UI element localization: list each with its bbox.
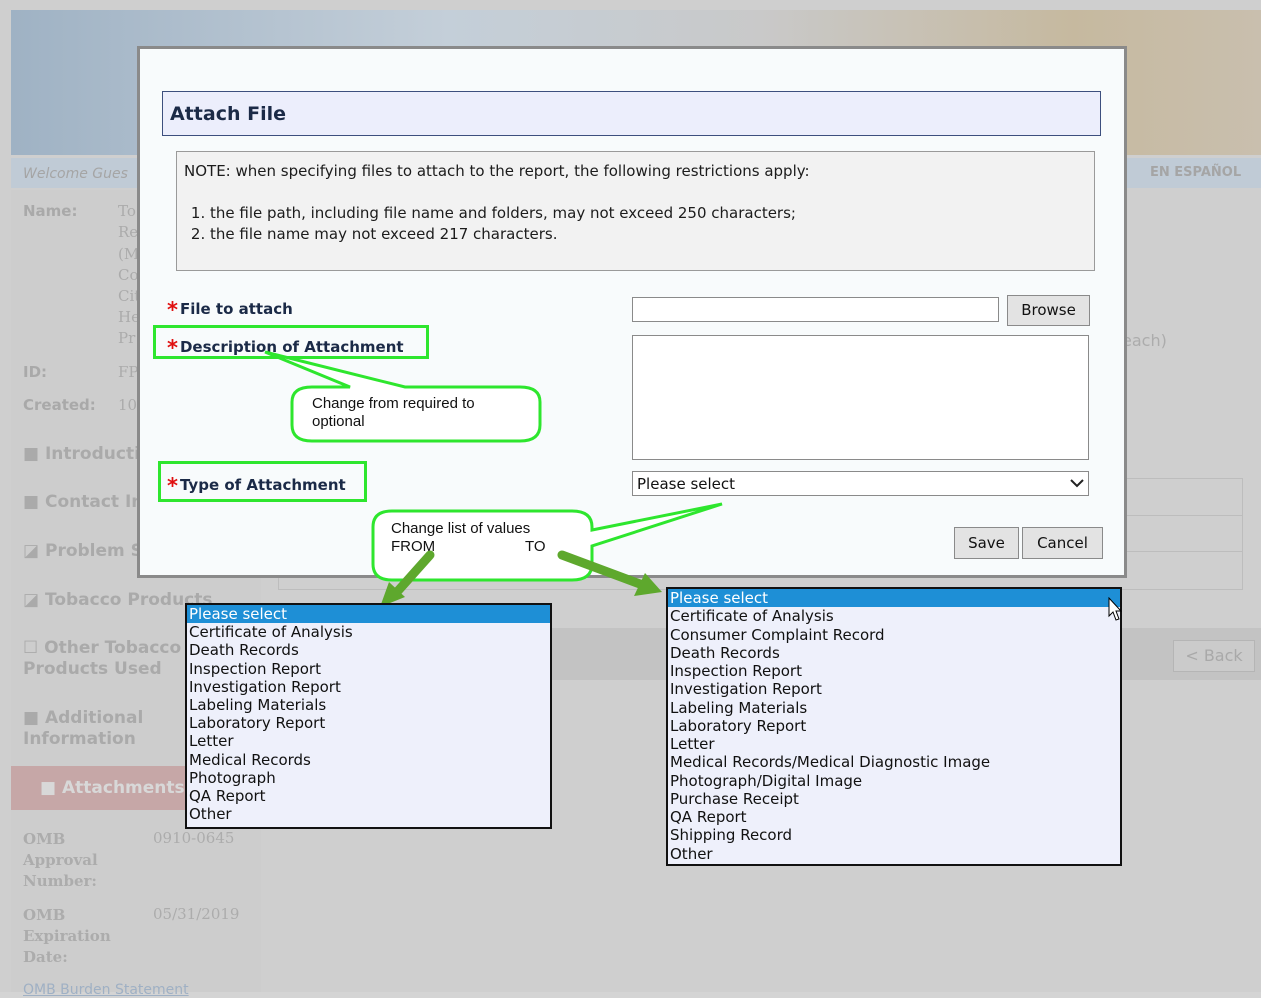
to-option[interactable]: QA Report	[668, 808, 1120, 826]
callout-line: Change from required to	[312, 395, 475, 412]
from-option[interactable]: Letter	[187, 732, 550, 750]
to-option[interactable]: Photograph/Digital Image	[668, 772, 1120, 790]
to-option[interactable]: Consumer Complaint Record	[668, 626, 1120, 644]
to-option[interactable]: Other	[668, 845, 1120, 863]
callout-list-title: Change list of values	[391, 520, 531, 537]
from-option[interactable]: QA Report	[187, 787, 550, 805]
from-option[interactable]: Inspection Report	[187, 660, 550, 678]
callout-line: optional	[312, 413, 365, 430]
from-option[interactable]: Medical Records	[187, 751, 550, 769]
from-options-list: Please select Certificate of Analysis Deat…	[185, 603, 552, 829]
to-option[interactable]: Please select	[668, 589, 1120, 608]
callout-from-label: FROM	[391, 538, 436, 555]
to-option[interactable]: Death Records	[668, 644, 1120, 662]
to-option[interactable]: Shipping Record	[668, 826, 1120, 844]
callout-description-text: Change from required to optional	[312, 395, 475, 431]
to-option[interactable]: Purchase Receipt	[668, 790, 1120, 808]
to-option[interactable]: Inspection Report	[668, 662, 1120, 680]
from-option[interactable]: Please select	[187, 605, 550, 624]
from-option[interactable]: Death Records	[187, 641, 550, 659]
to-option[interactable]: Medical Records/Medical Diagnostic Image	[668, 753, 1120, 771]
callout-to-label: TO	[525, 538, 546, 555]
to-options-list: Please select Certificate of Analysis Cons…	[666, 587, 1122, 866]
from-option[interactable]: Labeling Materials	[187, 696, 550, 714]
from-option[interactable]: Investigation Report	[187, 678, 550, 696]
from-option[interactable]: Laboratory Report	[187, 714, 550, 732]
to-option[interactable]: Certificate of Analysis	[668, 607, 1120, 625]
from-option[interactable]: Photograph	[187, 769, 550, 787]
from-option[interactable]: Other	[187, 805, 550, 823]
mouse-cursor-icon	[1108, 597, 1122, 621]
to-option[interactable]: Laboratory Report	[668, 717, 1120, 735]
to-option[interactable]: Letter	[668, 735, 1120, 753]
to-option[interactable]: Labeling Materials	[668, 699, 1120, 717]
from-option[interactable]: Certificate of Analysis	[187, 623, 550, 641]
to-option[interactable]: Investigation Report	[668, 680, 1120, 698]
